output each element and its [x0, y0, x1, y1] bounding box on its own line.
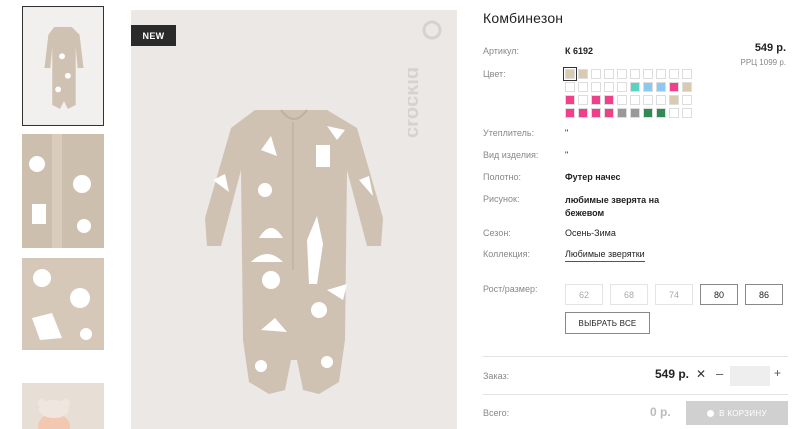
color-swatch[interactable]	[682, 82, 692, 92]
color-swatch[interactable]	[578, 69, 588, 79]
attr-type-label: Вид изделия:	[483, 150, 539, 160]
color-swatch[interactable]	[656, 82, 666, 92]
attr-insulation-value: "	[565, 128, 569, 138]
color-swatch[interactable]	[617, 95, 627, 105]
new-badge: NEW	[131, 25, 176, 46]
total-label: Всего:	[483, 408, 510, 418]
select-all-button[interactable]: ВЫБРАТЬ ВСЕ	[565, 312, 650, 334]
attr-article-value: К 6192	[565, 46, 594, 56]
decrement-button[interactable]: –	[716, 366, 723, 381]
color-swatches	[563, 67, 695, 118]
size-74[interactable]: 74	[655, 284, 693, 305]
color-swatch[interactable]	[656, 95, 666, 105]
color-swatch[interactable]	[643, 69, 653, 79]
fabric-thumb-image-2	[22, 258, 104, 350]
product-title: Комбинезон	[483, 10, 564, 26]
svg-text:crockid: crockid	[408, 67, 423, 138]
color-swatch[interactable]	[682, 108, 692, 118]
fabric-thumb-image	[22, 134, 104, 248]
color-swatch[interactable]	[617, 82, 627, 92]
color-swatch[interactable]	[669, 82, 679, 92]
size-68[interactable]: 68	[610, 284, 648, 305]
color-swatch[interactable]	[630, 95, 640, 105]
divider-order	[483, 356, 788, 357]
add-to-cart-label: В КОРЗИНУ	[719, 408, 767, 418]
crockid-logo-icon: crockid	[408, 20, 442, 138]
attr-fabric-label: Полотно:	[483, 172, 522, 182]
attr-collection-value[interactable]: Любимые зверятки	[565, 249, 645, 262]
color-swatch[interactable]	[617, 108, 627, 118]
color-swatch[interactable]	[563, 67, 577, 81]
attr-article-label: Артикул:	[483, 46, 520, 56]
color-swatch[interactable]	[578, 108, 588, 118]
size-label: Рост/размер:	[483, 284, 538, 294]
attr-pattern-label: Рисунок:	[483, 194, 520, 204]
size-86[interactable]: 86	[745, 284, 783, 305]
color-swatch[interactable]	[643, 82, 653, 92]
color-swatch[interactable]	[630, 108, 640, 118]
color-swatch[interactable]	[630, 69, 640, 79]
color-swatch[interactable]	[604, 82, 614, 92]
recommended-price: РРЦ 1099 р.	[740, 58, 786, 67]
color-swatch[interactable]	[604, 95, 614, 105]
color-swatch[interactable]	[643, 95, 653, 105]
thumbnail-baby-photo[interactable]	[22, 383, 104, 429]
thumbnail-fabric-1[interactable]	[22, 134, 104, 248]
thumbnail-fabric-2[interactable]	[22, 258, 104, 350]
color-swatch[interactable]	[565, 108, 575, 118]
color-swatch[interactable]	[578, 95, 588, 105]
color-swatch[interactable]	[565, 95, 575, 105]
collection-link[interactable]: Любимые зверятки	[565, 249, 645, 262]
color-swatch[interactable]	[604, 69, 614, 79]
color-swatch[interactable]	[578, 82, 588, 92]
cart-icon	[707, 409, 715, 417]
add-to-cart-button[interactable]: В КОРЗИНУ	[686, 401, 788, 425]
attr-season-label: Сезон:	[483, 228, 511, 238]
attr-type-value: "	[565, 150, 569, 160]
attr-color-label: Цвет:	[483, 69, 506, 79]
color-swatch[interactable]	[630, 82, 640, 92]
color-swatch[interactable]	[591, 95, 601, 105]
color-swatch[interactable]	[682, 69, 692, 79]
color-swatch[interactable]	[617, 69, 627, 79]
color-swatch[interactable]	[669, 108, 679, 118]
attr-fabric-value: Футер начес	[565, 172, 621, 182]
color-swatch[interactable]	[591, 69, 601, 79]
remove-icon[interactable]: ✕	[696, 367, 706, 381]
color-swatch[interactable]	[656, 69, 666, 79]
color-swatch[interactable]	[565, 82, 575, 92]
color-swatch[interactable]	[591, 82, 601, 92]
product-price: 549 р.	[754, 42, 786, 54]
color-swatch[interactable]	[669, 69, 679, 79]
attr-collection-label: Коллекция:	[483, 249, 531, 259]
color-swatch[interactable]	[643, 108, 653, 118]
increment-button[interactable]: +	[774, 366, 781, 380]
total-value: 0 р.	[650, 405, 671, 419]
order-label: Заказ:	[483, 371, 510, 381]
thumbnail-onesie-front[interactable]	[22, 6, 104, 126]
color-swatch[interactable]	[656, 108, 666, 118]
quantity-input[interactable]	[730, 366, 770, 386]
color-swatch[interactable]	[682, 95, 692, 105]
divider-total	[483, 394, 788, 395]
baby-thumb-image	[22, 383, 104, 429]
size-62[interactable]: 62	[565, 284, 603, 305]
color-swatch[interactable]	[669, 95, 679, 105]
attr-pattern-value: любимые зверята на бежевом	[565, 195, 660, 218]
attr-season-value: Осень-Зима	[565, 228, 616, 238]
onesie-thumb-image	[23, 7, 103, 125]
color-swatch[interactable]	[591, 108, 601, 118]
size-selector: 62 68 74 80 86	[565, 284, 783, 305]
color-swatch[interactable]	[604, 108, 614, 118]
order-price: 549 р.	[655, 367, 690, 381]
attr-insulation-label: Утеплитель:	[483, 128, 535, 138]
size-80[interactable]: 80	[700, 284, 738, 305]
